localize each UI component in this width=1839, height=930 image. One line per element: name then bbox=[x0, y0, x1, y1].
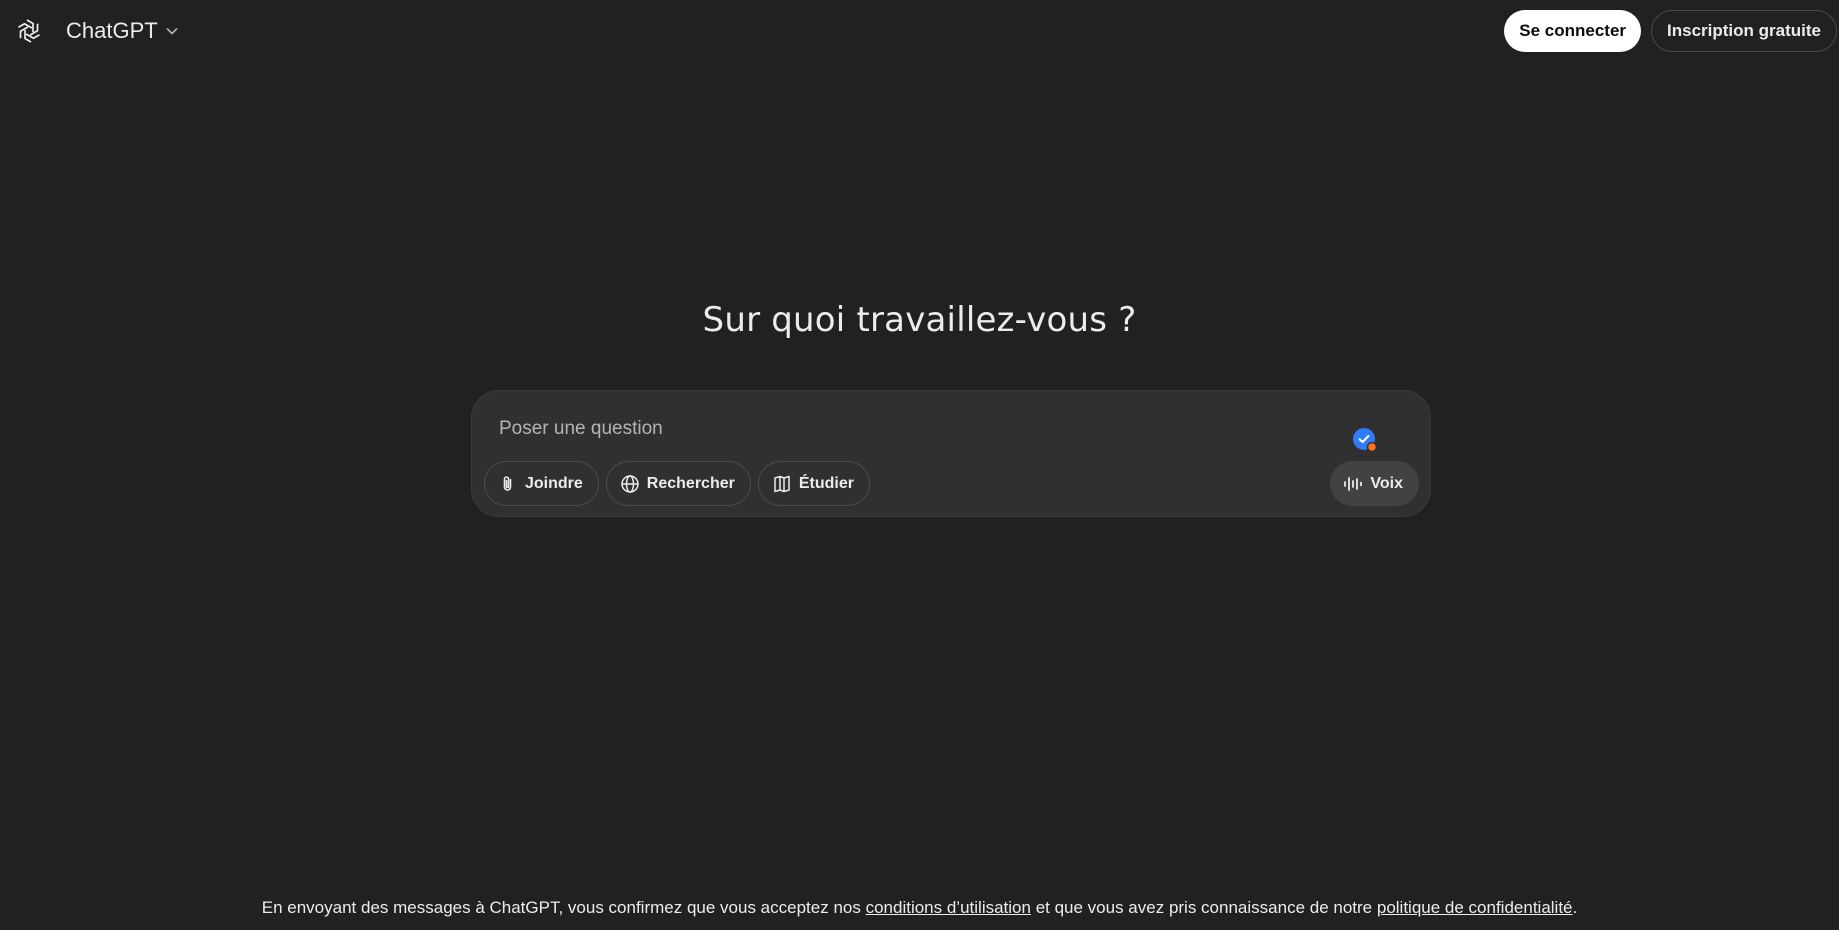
legal-text-middle: et que vous avez pris connaissance de no… bbox=[1030, 898, 1377, 917]
login-button[interactable]: Se connecter bbox=[1504, 10, 1642, 52]
book-icon bbox=[771, 473, 793, 495]
legal-text-after: . bbox=[1572, 898, 1578, 917]
terms-link[interactable]: conditions d’utilisation bbox=[866, 898, 1031, 917]
waveform-icon bbox=[1342, 473, 1364, 495]
globe-icon bbox=[619, 473, 641, 495]
top-bar: ChatGPT Se connecter Inscription gratuit… bbox=[0, 0, 1839, 62]
attach-label: Joindre bbox=[525, 474, 583, 492]
auth-actions: Se connecter Inscription gratuite bbox=[1504, 10, 1837, 52]
signup-button[interactable]: Inscription gratuite bbox=[1651, 10, 1837, 52]
attach-button[interactable]: Joindre bbox=[484, 461, 599, 506]
openai-logo-icon[interactable] bbox=[14, 16, 44, 46]
page: ChatGPT Se connecter Inscription gratuit… bbox=[0, 0, 1839, 930]
privacy-link[interactable]: politique de confidentialité bbox=[1377, 898, 1573, 917]
legal-text-before: En envoyant des messages à ChatGPT, vous… bbox=[261, 898, 866, 917]
paperclip-icon bbox=[497, 473, 519, 495]
page-title: Sur quoi travaillez-vous ? bbox=[702, 300, 1137, 340]
legal-notice: En envoyant des messages à ChatGPT, vous… bbox=[0, 898, 1839, 918]
prompt-input[interactable] bbox=[497, 413, 1297, 445]
chevron-down-icon bbox=[164, 23, 180, 39]
search-label: Rechercher bbox=[646, 474, 735, 492]
brand: ChatGPT bbox=[14, 12, 184, 50]
study-button[interactable]: Étudier bbox=[757, 461, 870, 506]
voice-label: Voix bbox=[1370, 474, 1403, 492]
model-name: ChatGPT bbox=[66, 18, 158, 43]
voice-button[interactable]: Voix bbox=[1330, 461, 1419, 506]
study-label: Étudier bbox=[798, 474, 854, 492]
composer-tools: Joindre Rechercher Étudier bbox=[484, 461, 870, 506]
search-button[interactable]: Rechercher bbox=[605, 461, 751, 506]
check-badge-icon[interactable] bbox=[1352, 427, 1378, 453]
prompt-composer: Joindre Rechercher bbox=[471, 390, 1431, 517]
model-selector[interactable]: ChatGPT bbox=[62, 12, 184, 50]
